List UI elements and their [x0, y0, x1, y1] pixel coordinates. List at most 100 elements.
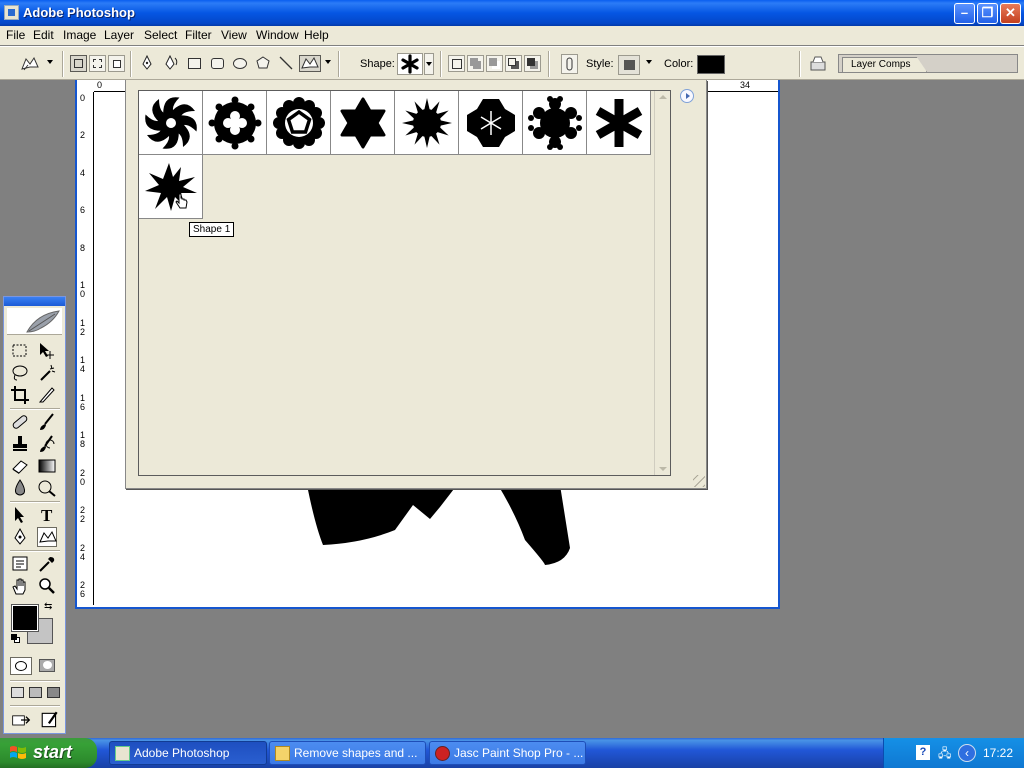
taskbar-item-photoshop[interactable]: Adobe Photoshop: [109, 741, 267, 765]
custom-shape-tool-button[interactable]: [299, 55, 321, 72]
resize-grip-icon[interactable]: [693, 475, 705, 487]
eyedropper-tool[interactable]: [37, 554, 57, 574]
hand-tool[interactable]: [10, 576, 30, 596]
tool-preset-dropdown-icon[interactable]: [47, 60, 53, 64]
dodge-tool[interactable]: [37, 478, 57, 498]
jump-to-imageready-button[interactable]: [11, 710, 35, 728]
link-style-button[interactable]: [561, 54, 578, 74]
paths-button[interactable]: [89, 55, 106, 72]
restore-button[interactable]: ❐: [977, 3, 998, 24]
history-brush-tool[interactable]: [37, 434, 57, 454]
menu-help[interactable]: Help: [304, 28, 329, 42]
custom-shape-tool[interactable]: [37, 527, 57, 547]
style-swatch[interactable]: [618, 55, 640, 75]
menu-file[interactable]: File: [6, 28, 25, 42]
imageready-brush-button[interactable]: [40, 710, 58, 728]
shape-layers-button[interactable]: [70, 55, 87, 72]
menu-window[interactable]: Window: [256, 28, 299, 42]
standard-mode-button[interactable]: [10, 657, 32, 675]
shape-cell-scalloped-ring[interactable]: [267, 91, 331, 155]
clone-stamp-tool[interactable]: [10, 434, 30, 454]
gradient-tool[interactable]: [37, 456, 57, 476]
start-button[interactable]: start: [0, 738, 97, 768]
rounded-rectangle-icon: [211, 58, 224, 69]
path-selection-tool[interactable]: [10, 505, 30, 525]
taskbar-item-label: Remove shapes and ...: [294, 746, 418, 760]
notes-tool[interactable]: [10, 554, 30, 574]
rectangle-tool-button[interactable]: [186, 55, 203, 72]
magic-wand-tool[interactable]: [37, 363, 57, 383]
fill-pixels-button[interactable]: [108, 55, 125, 72]
subtract-from-shape-area-button[interactable]: [486, 55, 503, 72]
full-screen-menu-mode-button[interactable]: [29, 686, 43, 700]
menu-view[interactable]: View: [221, 28, 247, 42]
layer-comps-label: Layer Comps: [851, 59, 911, 70]
asterisk-shape-icon: [595, 99, 643, 147]
brush-tool[interactable]: [37, 412, 57, 432]
shape-cell-starburst[interactable]: [395, 91, 459, 155]
scroll-up-icon[interactable]: [659, 95, 667, 99]
minimize-button[interactable]: –: [954, 3, 975, 24]
shape-cell-snowflake[interactable]: [523, 91, 587, 155]
eraser-tool[interactable]: [10, 456, 30, 476]
line-tool-button[interactable]: [278, 55, 295, 72]
layer-comps-tab[interactable]: Layer Comps: [842, 57, 927, 72]
adobe-online-logo[interactable]: [7, 308, 62, 335]
palette-well-button[interactable]: [808, 54, 828, 74]
style-dropdown-icon[interactable]: [646, 60, 652, 64]
create-new-shape-layer-button[interactable]: [448, 55, 465, 72]
taskbar-item-remove-shapes[interactable]: Remove shapes and ...: [269, 741, 426, 765]
toolbox-titlebar[interactable]: [4, 297, 65, 306]
rounded-rectangle-tool-button[interactable]: [209, 55, 226, 72]
polygon-tool-button[interactable]: [255, 55, 272, 72]
zoom-tool[interactable]: [37, 576, 57, 596]
swap-colors-icon[interactable]: ⇆: [44, 601, 52, 612]
shape-preview[interactable]: [397, 53, 423, 75]
full-screen-mode-button[interactable]: [47, 686, 61, 700]
menu-edit[interactable]: Edit: [33, 28, 54, 42]
blur-tool[interactable]: [10, 478, 30, 498]
shape-cell-splat[interactable]: [139, 155, 203, 219]
freeform-pen-button[interactable]: [164, 54, 181, 72]
mask-hole-icon: [43, 661, 52, 669]
type-tool[interactable]: T: [37, 505, 57, 525]
help-icon[interactable]: ?: [916, 745, 930, 760]
shape-picker-menu-button[interactable]: [680, 89, 694, 103]
tool-preset-picker[interactable]: [20, 55, 40, 73]
lasso-tool[interactable]: [10, 363, 30, 383]
color-swatch[interactable]: [697, 55, 725, 74]
menu-filter[interactable]: Filter: [185, 28, 212, 42]
menu-select[interactable]: Select: [144, 28, 177, 42]
clock[interactable]: 17:22: [983, 746, 1013, 760]
menu-image[interactable]: Image: [63, 28, 96, 42]
healing-brush-tool[interactable]: [10, 412, 30, 432]
standard-screen-mode-button[interactable]: [11, 686, 25, 700]
shape-cell-ring-of-bumps[interactable]: [203, 91, 267, 155]
intersect-shape-areas-button[interactable]: [505, 55, 522, 72]
shape-picker-dropdown[interactable]: [424, 53, 434, 75]
exclude-overlapping-areas-button[interactable]: [524, 55, 541, 72]
taskbar-item-paint-shop-pro[interactable]: Jasc Paint Shop Pro - ...: [429, 741, 586, 765]
ellipse-tool-button[interactable]: [232, 55, 249, 72]
slice-tool[interactable]: [37, 385, 57, 405]
shape-cell-asterisk[interactable]: [587, 91, 651, 155]
show-hidden-icons-icon[interactable]: ‹: [958, 744, 976, 762]
menu-layer[interactable]: Layer: [104, 28, 134, 42]
geometry-options-dropdown-icon[interactable]: [325, 60, 331, 64]
pen-tool-button[interactable]: [139, 54, 156, 72]
scroll-down-icon[interactable]: [659, 467, 667, 471]
crop-tool[interactable]: [10, 385, 30, 405]
foreground-color-swatch[interactable]: [11, 604, 39, 632]
shape-cell-pinwheel[interactable]: [139, 91, 203, 155]
default-colors-icon[interactable]: [11, 634, 20, 643]
quick-mask-mode-button[interactable]: [37, 657, 59, 675]
close-button[interactable]: ✕: [1000, 3, 1021, 24]
shape-cell-six-point-star[interactable]: [331, 91, 395, 155]
marquee-tool[interactable]: [10, 341, 30, 361]
move-tool[interactable]: [37, 341, 57, 361]
network-icon[interactable]: 🖧: [938, 744, 951, 765]
pen-tool[interactable]: [10, 527, 30, 547]
shape-cell-hexagon-flower[interactable]: [459, 91, 523, 155]
add-to-shape-area-button[interactable]: [467, 55, 484, 72]
shape-grid-scrollbar[interactable]: [654, 91, 670, 475]
